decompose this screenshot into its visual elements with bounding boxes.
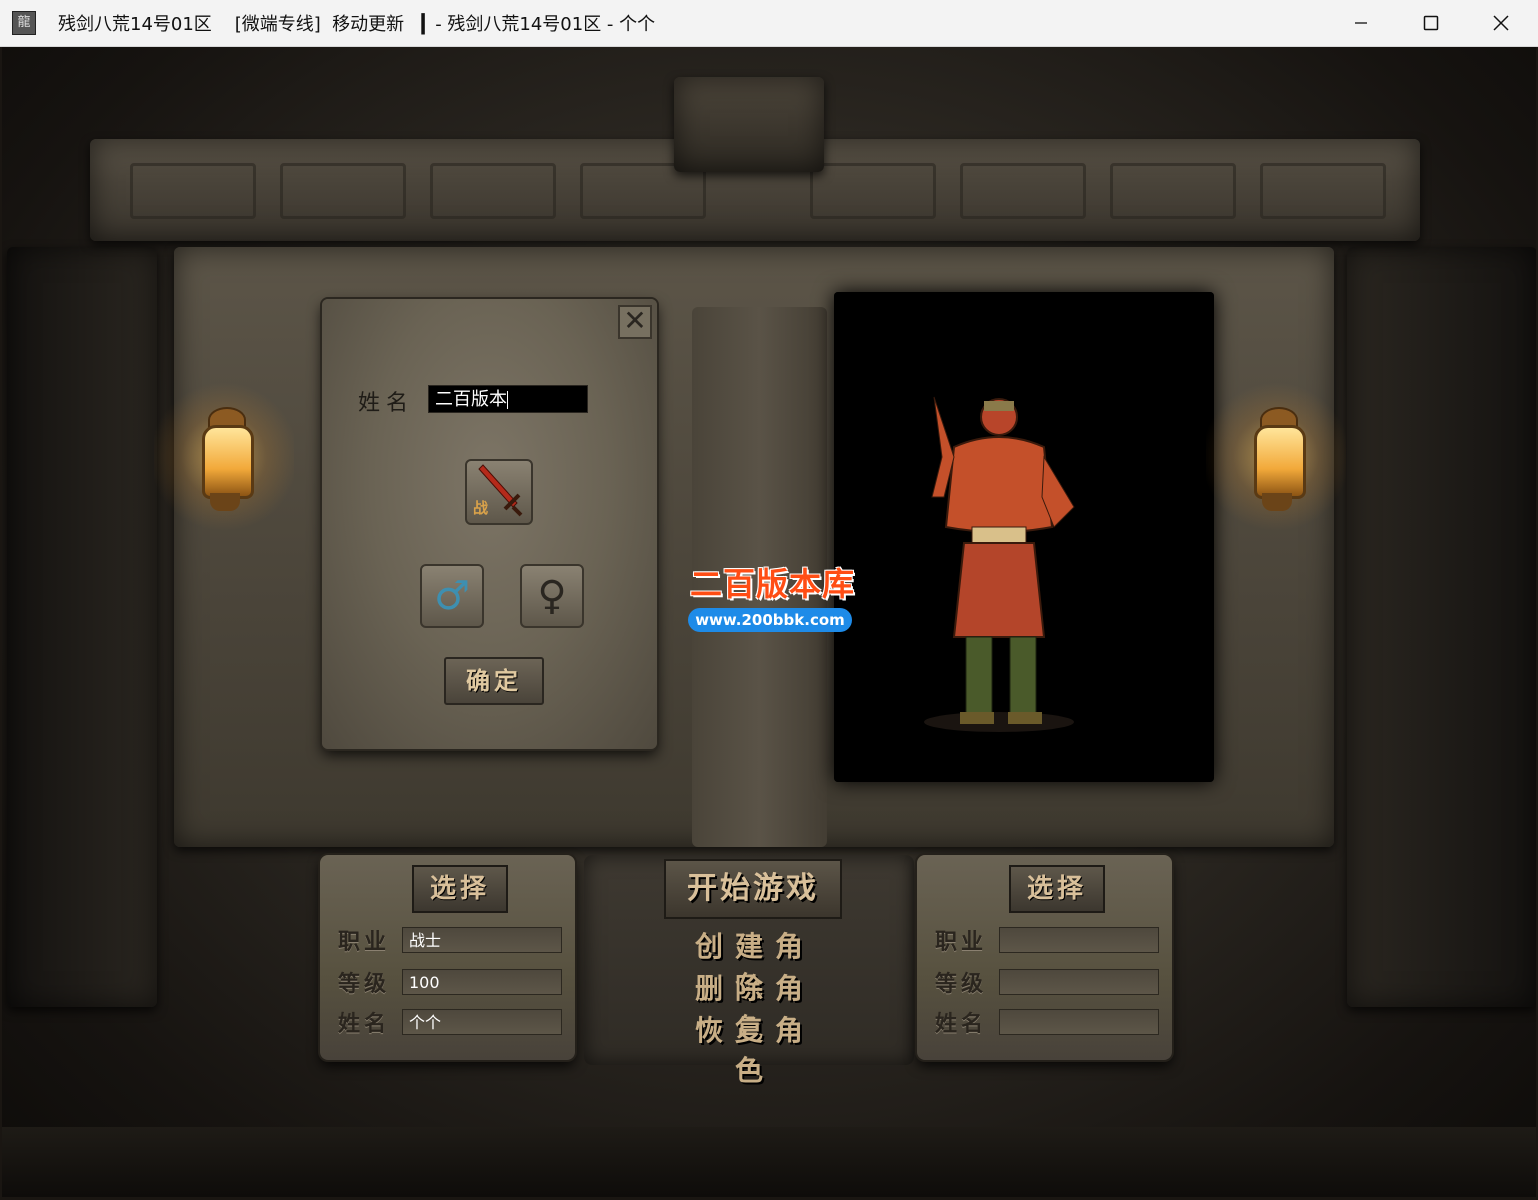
right-wall xyxy=(1347,247,1536,1007)
class-value xyxy=(999,927,1159,953)
right-class-row: 职业 xyxy=(935,927,1159,955)
name-label: 姓名 xyxy=(935,1011,988,1037)
main-menu: 开始游戏 创建角色 删除角色 恢复角色 xyxy=(584,855,914,1087)
app-icon: 龍 xyxy=(12,11,36,35)
confirm-button[interactable]: 确定 xyxy=(444,657,544,705)
frieze-pattern xyxy=(1260,163,1386,219)
game-scene: 二百版本库 www.200bbk.com ✕ 姓名 二百版本 战 ♂ ♀ 确定 … xyxy=(2,47,1536,1197)
level-label: 等级 xyxy=(935,971,988,997)
warrior-character xyxy=(924,396,1075,732)
level-value xyxy=(999,969,1159,995)
left-class-row: 职业 战士 xyxy=(338,927,562,955)
right-name-row: 姓名 xyxy=(935,1009,1159,1037)
class-label: 职业 xyxy=(338,929,391,955)
class-tag: 战 xyxy=(473,499,489,517)
stone-keystone xyxy=(674,77,824,172)
frieze-pattern xyxy=(280,163,406,219)
name-input-value: 二百版本 xyxy=(435,389,507,410)
right-character-slot: 选择 职业 等级 姓名 xyxy=(917,855,1172,1060)
wall-lamp-left xyxy=(154,377,294,537)
name-label: 姓名 xyxy=(358,391,415,416)
class-value: 战士 xyxy=(402,927,562,953)
left-level-row: 等级 100 xyxy=(338,969,562,997)
class-label: 职业 xyxy=(935,929,988,955)
minimize-icon xyxy=(1355,22,1367,24)
name-value: 个个 xyxy=(402,1009,562,1035)
level-value: 100 xyxy=(402,969,562,995)
left-select-button[interactable]: 选择 xyxy=(412,865,508,913)
panel-close-button[interactable]: ✕ xyxy=(618,305,652,339)
watermark-url: www.200bbk.com xyxy=(688,608,852,632)
left-wall xyxy=(7,247,157,1007)
window-titlebar: 龍 残剑八荒14号01区 [微端专线] 移动更新 ▎- 残剑八荒14号01区 -… xyxy=(0,0,1538,47)
gender-male-button[interactable]: ♂ xyxy=(420,564,484,628)
minimize-button[interactable] xyxy=(1326,0,1396,46)
window-title: 残剑八荒14号01区 [微端专线] 移动更新 ▎- 残剑八荒14号01区 - 个… xyxy=(58,14,656,35)
frieze-pattern xyxy=(130,163,256,219)
close-button[interactable] xyxy=(1466,0,1536,46)
left-character-slot: 选择 职业 战士 等级 100 姓名 个个 xyxy=(320,855,575,1060)
watermark-title: 二百版本库 xyxy=(690,565,856,603)
create-character-panel: ✕ 姓名 二百版本 战 ♂ ♀ 确定 xyxy=(322,299,657,749)
right-select-button[interactable]: 选择 xyxy=(1009,865,1105,913)
stone-floor xyxy=(2,1127,1536,1197)
female-icon: ♀ xyxy=(537,573,567,619)
left-name-row: 姓名 个个 xyxy=(338,1009,562,1037)
close-icon xyxy=(1493,15,1509,31)
name-value xyxy=(999,1009,1159,1035)
name-label: 姓名 xyxy=(338,1011,391,1037)
level-label: 等级 xyxy=(338,971,391,997)
wall-lamp-right xyxy=(1206,377,1346,537)
frieze-pattern xyxy=(1110,163,1236,219)
right-level-row: 等级 xyxy=(935,969,1159,997)
name-input[interactable]: 二百版本 xyxy=(428,385,588,413)
start-game-button[interactable]: 开始游戏 xyxy=(664,859,842,919)
male-icon: ♂ xyxy=(434,573,470,619)
class-warrior-button[interactable]: 战 xyxy=(465,459,533,525)
frieze-pattern xyxy=(960,163,1086,219)
maximize-button[interactable] xyxy=(1396,0,1466,46)
gender-female-button[interactable]: ♀ xyxy=(520,564,584,628)
frieze-pattern xyxy=(430,163,556,219)
maximize-icon xyxy=(1423,15,1439,31)
frieze-pattern xyxy=(810,163,936,219)
restore-character-button[interactable]: 恢复角色 xyxy=(680,1009,830,1089)
